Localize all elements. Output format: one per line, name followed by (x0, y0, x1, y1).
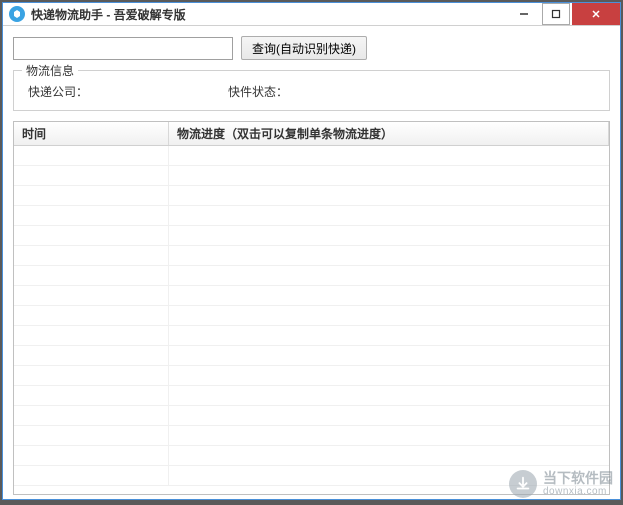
table-row[interactable] (14, 406, 609, 426)
cell-time (14, 466, 169, 485)
cell-progress (169, 386, 609, 405)
cell-time (14, 226, 169, 245)
cell-progress (169, 446, 609, 465)
cell-progress (169, 426, 609, 445)
cell-progress (169, 226, 609, 245)
cell-progress (169, 366, 609, 385)
cell-progress (169, 406, 609, 425)
cell-time (14, 306, 169, 325)
cell-time (14, 206, 169, 225)
maximize-button[interactable] (542, 3, 570, 25)
cell-time (14, 406, 169, 425)
cell-time (14, 166, 169, 185)
table-header: 时间 物流进度（双击可以复制单条物流进度） (14, 122, 609, 146)
cell-progress (169, 246, 609, 265)
cell-time (14, 366, 169, 385)
tracking-number-input[interactable] (13, 37, 233, 60)
cell-progress (169, 306, 609, 325)
app-icon (9, 6, 25, 22)
query-button[interactable]: 查询(自动识别快递) (241, 36, 367, 60)
table-row[interactable] (14, 426, 609, 446)
table-row[interactable] (14, 466, 609, 486)
cell-progress (169, 146, 609, 165)
titlebar[interactable]: 快递物流助手 - 吾爱破解专版 (3, 3, 620, 26)
table-row[interactable] (14, 146, 609, 166)
cell-progress (169, 346, 609, 365)
content-area: 查询(自动识别快递) 物流信息 快递公司： 快件状态： 时间 物流进度（双击可以… (3, 26, 620, 505)
table-row[interactable] (14, 386, 609, 406)
group-legend: 物流信息 (22, 62, 78, 79)
table-row[interactable] (14, 186, 609, 206)
table-row[interactable] (14, 266, 609, 286)
search-row: 查询(自动识别快递) (13, 36, 610, 60)
table-row[interactable] (14, 166, 609, 186)
company-label: 快递公司： (28, 85, 88, 99)
status-field: 快件状态： (228, 83, 368, 100)
table-row[interactable] (14, 306, 609, 326)
table-row[interactable] (14, 246, 609, 266)
info-row: 快递公司： 快件状态： (24, 79, 599, 100)
window-title: 快递物流助手 - 吾爱破解专版 (31, 6, 508, 23)
cell-progress (169, 206, 609, 225)
logistics-info-group: 物流信息 快递公司： 快件状态： (13, 70, 610, 111)
cell-progress (169, 326, 609, 345)
cell-time (14, 266, 169, 285)
minimize-button[interactable] (508, 3, 540, 25)
table-row[interactable] (14, 346, 609, 366)
table-row[interactable] (14, 206, 609, 226)
cell-time (14, 246, 169, 265)
cell-time (14, 346, 169, 365)
column-header-time[interactable]: 时间 (14, 122, 169, 145)
table-row[interactable] (14, 446, 609, 466)
cell-progress (169, 286, 609, 305)
window-controls (508, 3, 620, 25)
app-window: 快递物流助手 - 吾爱破解专版 查询(自动识别快递) 物流信息 快递公司： (2, 2, 621, 500)
close-button[interactable] (572, 3, 620, 25)
table-row[interactable] (14, 326, 609, 346)
company-field: 快递公司： (28, 83, 168, 100)
table-body[interactable] (14, 146, 609, 494)
table-row[interactable] (14, 226, 609, 246)
cell-progress (169, 186, 609, 205)
cell-time (14, 386, 169, 405)
table-row[interactable] (14, 286, 609, 306)
cell-time (14, 426, 169, 445)
cell-time (14, 326, 169, 345)
cell-progress (169, 466, 609, 485)
cell-time (14, 446, 169, 465)
progress-table: 时间 物流进度（双击可以复制单条物流进度） (13, 121, 610, 495)
status-label: 快件状态： (228, 85, 288, 99)
cell-progress (169, 266, 609, 285)
cell-time (14, 286, 169, 305)
cell-time (14, 186, 169, 205)
table-row[interactable] (14, 366, 609, 386)
cell-time (14, 146, 169, 165)
column-header-progress[interactable]: 物流进度（双击可以复制单条物流进度） (169, 122, 609, 145)
cell-progress (169, 166, 609, 185)
